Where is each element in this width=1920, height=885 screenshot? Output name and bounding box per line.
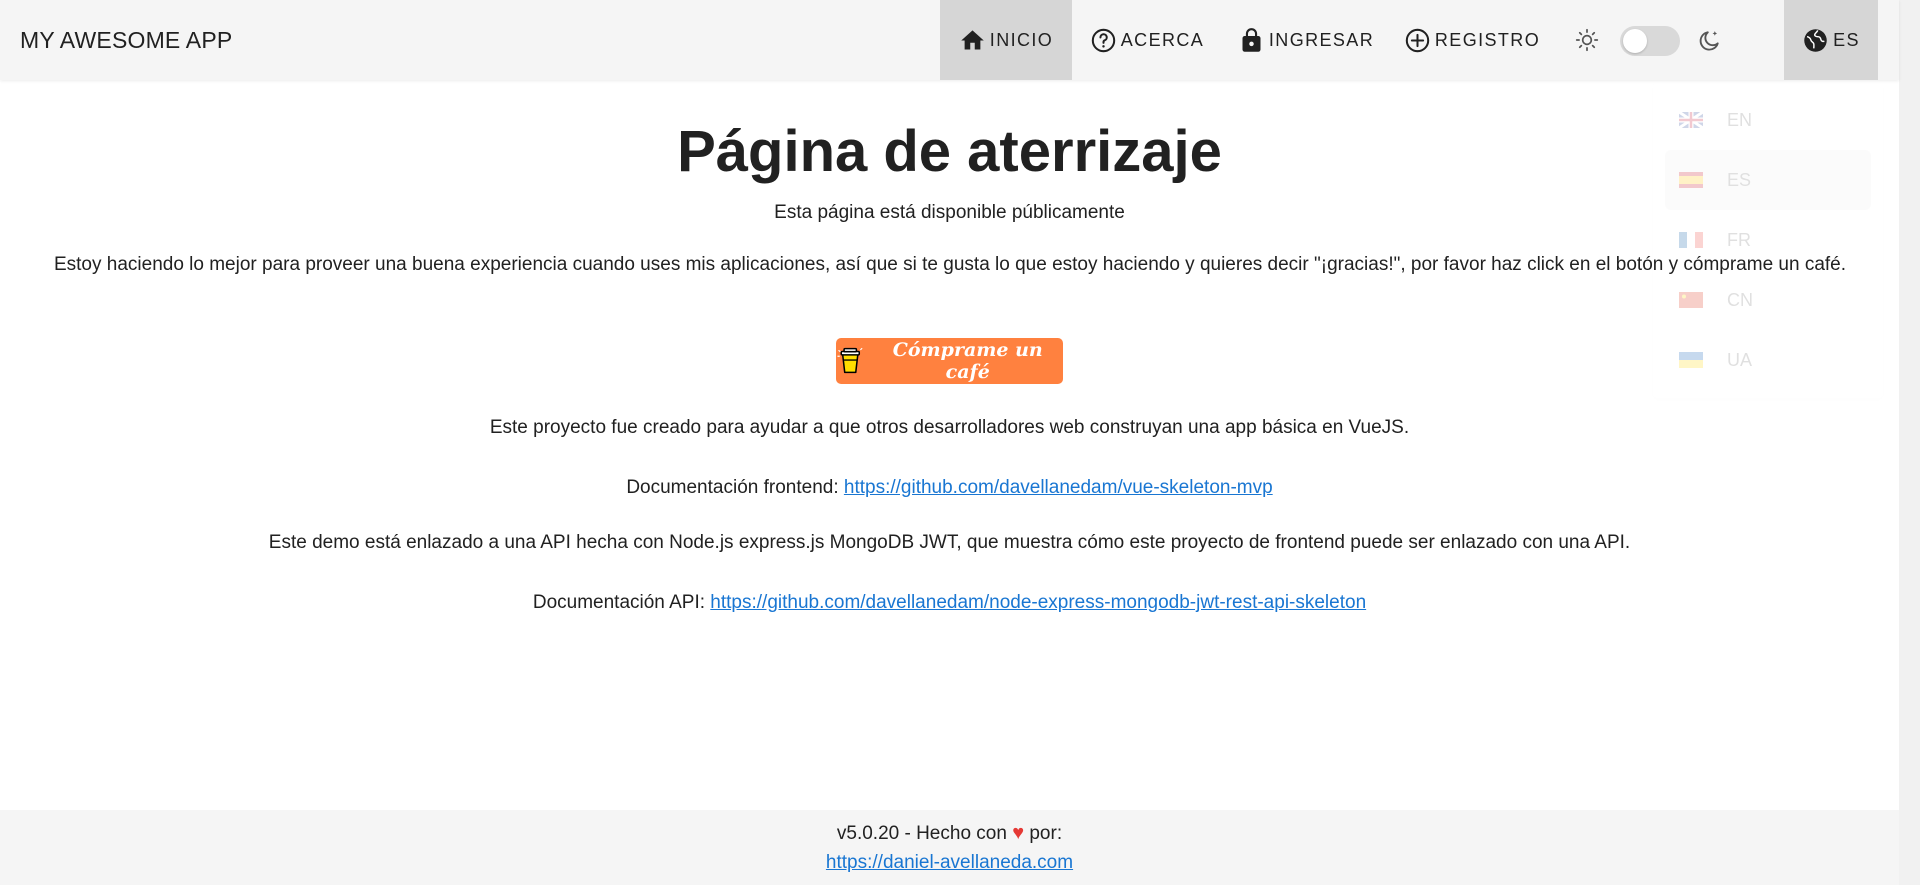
nav-login-button[interactable]: INGRESAR [1232,0,1380,80]
page-scrollbar[interactable] [1899,0,1920,885]
footer: v5.0.20 - Hecho con ♥ por: https://danie… [0,810,1899,885]
frontend-docs-label: Documentación frontend: [626,477,844,498]
language-label: ES [1833,29,1860,50]
frontend-docs-line: Documentación frontend: https://github.c… [0,477,1899,499]
plus-circle-icon [1405,28,1430,52]
language-option-ua[interactable]: UA [1665,330,1871,390]
theme-toggle [1570,0,1730,80]
language-code: UA [1727,349,1753,370]
frontend-docs-link[interactable]: https://github.com/davellanedam/vue-skel… [844,477,1273,498]
nav-signup-button[interactable]: REGISTRO [1402,0,1542,80]
switch-thumb [1623,29,1647,53]
version-text: v5.0.20 - Hecho con [836,823,1007,844]
api-docs-line: Documentación API: https://github.com/da… [0,592,1899,614]
language-code: CN [1727,289,1753,310]
project-description: Este proyecto fue creado para ayudar a q… [489,417,1410,438]
heart-icon: ♥ [1012,822,1025,844]
lock-icon [1242,27,1261,52]
buy-me-a-coffee-button[interactable]: Cómprame un café [836,338,1063,384]
home-icon [961,29,984,49]
nav-home-label: INICIO [989,29,1054,50]
intro-text: Estoy haciendo lo mejor para proveer una… [53,254,1847,275]
author-website-link[interactable]: https://daniel-avellaneda.com [826,852,1073,873]
api-docs-label: Documentación API: [532,592,711,613]
help-circle-icon [1091,28,1115,52]
api-description: Este demo está enlazado a una API hecha … [268,532,1631,553]
cn-flag-icon [1679,292,1703,308]
language-option-cn[interactable]: CN [1665,270,1871,330]
language-code: FR [1727,229,1751,250]
footer-credits: v5.0.20 - Hecho con ♥ por: [0,822,1899,845]
dark-mode-switch[interactable] [1620,26,1680,56]
nav-home-button[interactable]: INICIO [940,0,1072,80]
api-docs-link[interactable]: https://github.com/davellanedam/node-exp… [710,592,1366,613]
nav-login-label: INGRESAR [1268,29,1375,50]
moon-icon [1699,31,1719,51]
coffee-cup-icon [837,347,863,374]
app-bar: MY AWESOME APP INICIO ACERCA INGRESAR RE… [0,0,1899,80]
nav-signup-label: REGISTRO [1434,29,1541,50]
globe-icon [1804,28,1827,52]
ua-flag-icon [1679,352,1703,368]
page-subtitle: Esta página está disponible públicamente [774,202,1125,223]
language-button[interactable]: ES [1784,0,1878,80]
nav-about-button[interactable]: ACERCA [1082,0,1212,80]
nav-about-label: ACERCA [1120,29,1205,50]
footer-link-wrapper: https://daniel-avellaneda.com [0,852,1899,874]
page-title: Página de aterrizaje [677,119,1222,184]
fr-flag-icon [1679,232,1703,248]
footer-by-text: por: [1029,823,1063,844]
app-title[interactable]: MY AWESOME APP [20,0,232,80]
sun-icon [1575,28,1599,52]
coffee-button-label: Cómprame un café [892,339,1043,383]
